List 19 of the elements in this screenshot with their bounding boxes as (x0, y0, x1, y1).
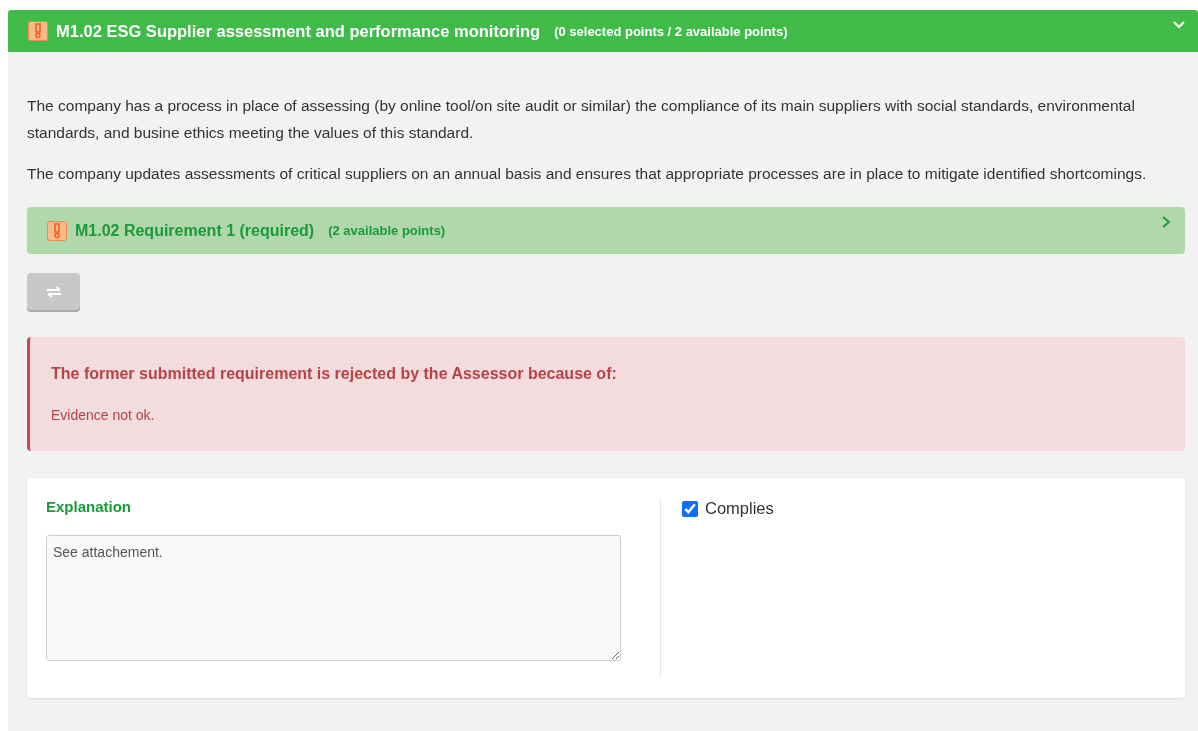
warning-icon (47, 220, 67, 241)
complies-checkbox[interactable] (682, 500, 698, 517)
chevron-icon (1161, 216, 1171, 228)
explanation-field[interactable]: See attachement. (46, 535, 621, 661)
section-header[interactable]: M1.02 ESG Supplier assessment and performance monitoring (0 selected points / 2 available points) (8, 10, 1198, 52)
description-paragraph: The company updates assessments of critical suppliers on an annual basis and ensures that appropriate processes are in place to mitigate identified shortcomings. (27, 164, 1148, 184)
warning-icon (28, 21, 48, 41)
requirement-title: M1.02 Requirement 1 (required) (75, 221, 315, 240)
alert-message: Evidence not ok. (51, 407, 156, 423)
complies-label: Complies (705, 499, 774, 518)
requirement-points: (2 available points) (328, 223, 446, 238)
alert-title: The former submitted requirement is rejected by the Assessor because of: (51, 365, 618, 383)
section-title: M1.02 ESG Supplier assessment and performance monitoring (56, 21, 541, 41)
explanation-label: Explanation (46, 498, 132, 515)
chevron-icon (1172, 20, 1186, 30)
requirement-header[interactable]: M1.02 Requirement 1 (required) (2 available points) (27, 207, 1185, 254)
description-paragraph: The company has a process in place of assessing (by online tool/on site audit or similar) the compliance of its main suppliers with social standards, environmental standards, and busine ethics meeting the values of this standard. (27, 96, 1136, 143)
swap-arrows-icon (45, 285, 62, 298)
section-points: (0 selected points / 2 available points) (554, 23, 788, 39)
